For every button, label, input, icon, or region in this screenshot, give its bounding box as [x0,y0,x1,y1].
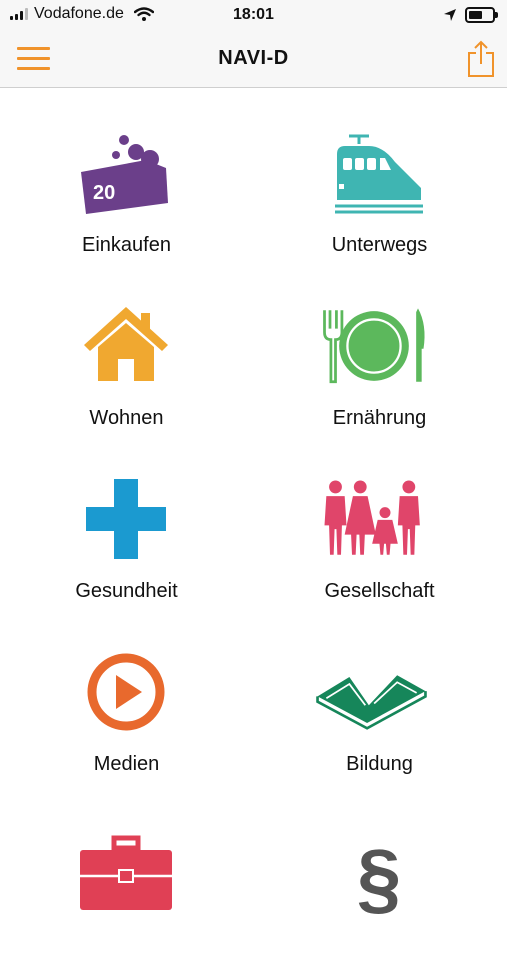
category-label: Ernährung [332,407,427,429]
category-label: Medien [93,753,160,775]
location-arrow-icon [444,9,456,21]
category-label: Gesundheit [75,580,178,602]
category-gesundheit[interactable]: Gesundheit [0,434,253,607]
svg-text:§: § [357,833,402,915]
category-unterwegs[interactable]: Unterwegs [253,88,506,261]
play-icon [76,647,176,737]
battery-icon [465,7,498,23]
house-icon [76,301,176,391]
nav-bar: NAVI-D [0,32,507,88]
category-medien[interactable]: Medien [0,607,253,780]
category-label: Wohnen [89,407,164,429]
status-time: 18:01 [233,6,274,23]
category-recht[interactable]: § [253,780,506,953]
category-label: Gesellschaft [324,580,435,602]
category-ernaehrung[interactable]: Ernährung [253,261,506,434]
category-label: Bildung [346,753,413,775]
open-book-icon [316,647,429,737]
share-icon [468,40,494,77]
category-label: Unterwegs [331,234,428,256]
category-grid: 20 Einkaufen Unterwegs Wohnen Ernährung … [0,88,507,915]
briefcase-icon [76,820,176,910]
category-wohnen[interactable]: Wohnen [0,261,253,434]
family-icon [324,474,429,564]
page-title: NAVI-D [218,47,289,69]
plate-cutlery-icon [323,301,429,391]
category-gesellschaft[interactable]: Gesellschaft [253,434,506,607]
train-icon [329,128,429,218]
status-bar: Vodafone.de 18:01 [0,0,507,32]
status-right [443,7,498,23]
price-tag-text: 20 [93,182,115,204]
category-bildung[interactable]: Bildung [253,607,506,780]
category-label: Einkaufen [82,234,171,256]
share-button[interactable] [466,40,496,78]
category-einkaufen[interactable]: 20 Einkaufen [0,88,253,261]
price-tag-icon: 20 [76,128,176,218]
category-arbeit[interactable] [0,780,253,953]
paragraph-icon: § [329,820,429,915]
medical-cross-icon [76,474,176,564]
